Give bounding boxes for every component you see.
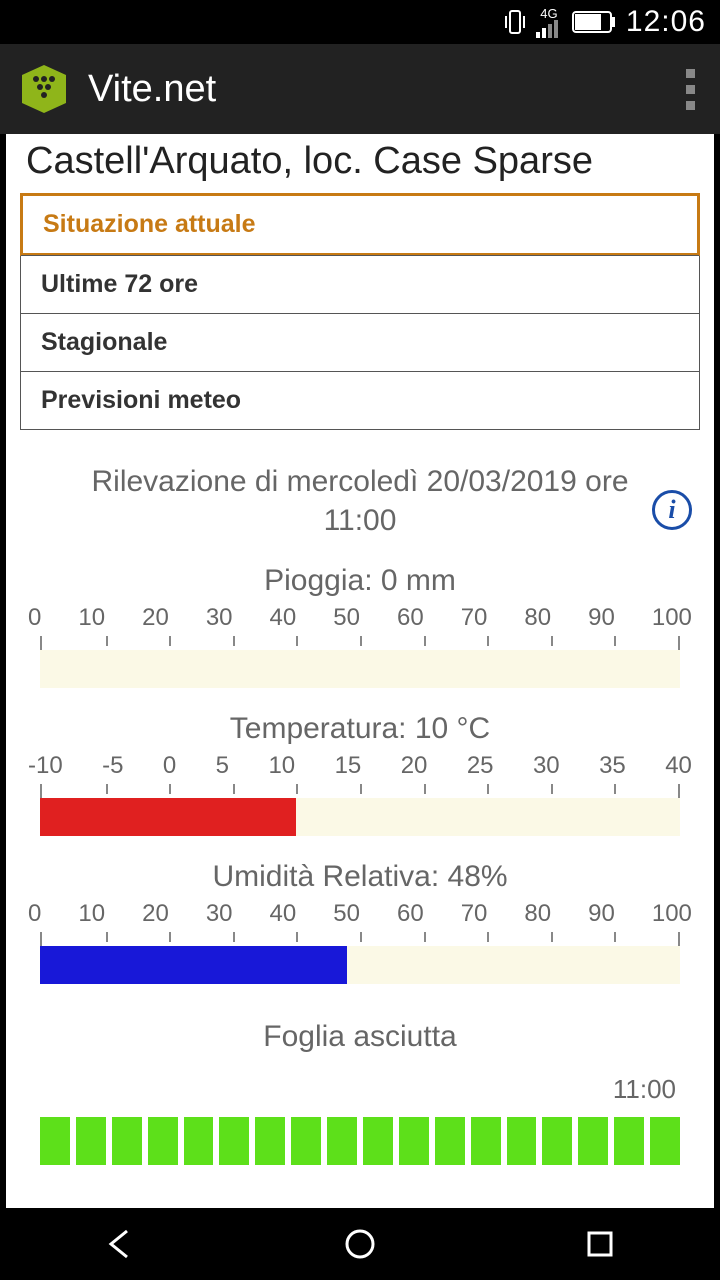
network-4g-icon: 4G xyxy=(536,7,562,38)
gauge-title: Umidità Relativa: 48% xyxy=(20,860,700,894)
gauge-track xyxy=(40,798,680,836)
leaf-status-label: Foglia asciutta xyxy=(20,1020,700,1054)
tab-1[interactable]: Ultime 72 ore xyxy=(21,255,699,313)
leaf-block xyxy=(435,1117,465,1165)
gauge-scale: 0102030405060708090100 xyxy=(20,604,700,632)
leaf-block xyxy=(219,1117,249,1165)
gauge-title: Temperatura: 10 °C xyxy=(20,712,700,746)
leaf-block xyxy=(76,1117,106,1165)
leaf-block xyxy=(614,1117,644,1165)
leaf-time-label: 11:00 xyxy=(20,1074,700,1105)
leaf-block xyxy=(112,1117,142,1165)
main-content: Castell'Arquato, loc. Case Sparse Situaz… xyxy=(0,134,720,1208)
leaf-block xyxy=(148,1117,178,1165)
tab-0[interactable]: Situazione attuale xyxy=(20,193,700,256)
reading-time: 11:00 xyxy=(20,501,700,540)
gauge-title: Pioggia: 0 mm xyxy=(20,564,700,598)
gauge-fill xyxy=(40,798,296,836)
leaf-block xyxy=(399,1117,429,1165)
recent-apps-button[interactable] xyxy=(580,1224,620,1264)
leaf-block xyxy=(542,1117,572,1165)
gauge-track xyxy=(40,650,680,688)
leaf-block xyxy=(184,1117,214,1165)
gauge-0: Pioggia: 0 mm 0102030405060708090100 xyxy=(20,564,700,688)
leaf-block xyxy=(255,1117,285,1165)
gauge-scale: -10-50510152025303540 xyxy=(20,752,700,780)
page-title: Castell'Arquato, loc. Case Sparse xyxy=(20,134,700,193)
leaf-block xyxy=(471,1117,501,1165)
gauge-ticks xyxy=(40,636,680,650)
app-bar: Vite.net xyxy=(0,44,720,134)
info-icon[interactable]: i xyxy=(652,490,692,530)
gauge-ticks xyxy=(40,784,680,798)
overflow-menu-button[interactable] xyxy=(672,69,708,110)
gauge-scale: 0102030405060708090100 xyxy=(20,900,700,928)
tabs: Situazione attualeUltime 72 oreStagional… xyxy=(20,193,700,430)
gauge-ticks xyxy=(40,932,680,946)
tab-2[interactable]: Stagionale xyxy=(21,313,699,371)
status-bar: 4G 12:06 xyxy=(0,0,720,44)
back-button[interactable] xyxy=(100,1224,140,1264)
leaf-block xyxy=(40,1117,70,1165)
app-title: Vite.net xyxy=(88,68,672,111)
gauge-track xyxy=(40,946,680,984)
home-button[interactable] xyxy=(340,1224,380,1264)
gauge-1: Temperatura: 10 °C -10-50510152025303540 xyxy=(20,712,700,836)
battery-icon xyxy=(572,11,616,33)
reading-header: Rilevazione di mercoledì 20/03/2019 ore … xyxy=(20,462,700,540)
leaf-block xyxy=(327,1117,357,1165)
gauge-2: Umidità Relativa: 48% 0102030405060708090… xyxy=(20,860,700,984)
vibrate-icon xyxy=(504,9,526,35)
leaf-block xyxy=(578,1117,608,1165)
leaf-block xyxy=(291,1117,321,1165)
clock-text: 12:06 xyxy=(626,5,706,39)
system-nav-bar xyxy=(0,1208,720,1280)
gauge-fill xyxy=(40,946,347,984)
leaf-block xyxy=(507,1117,537,1165)
leaf-block xyxy=(363,1117,393,1165)
leaf-hour-blocks xyxy=(20,1105,700,1165)
app-logo-icon xyxy=(12,57,76,121)
leaf-block xyxy=(650,1117,680,1165)
tab-3[interactable]: Previsioni meteo xyxy=(21,371,699,429)
reading-date: Rilevazione di mercoledì 20/03/2019 ore xyxy=(20,462,700,501)
